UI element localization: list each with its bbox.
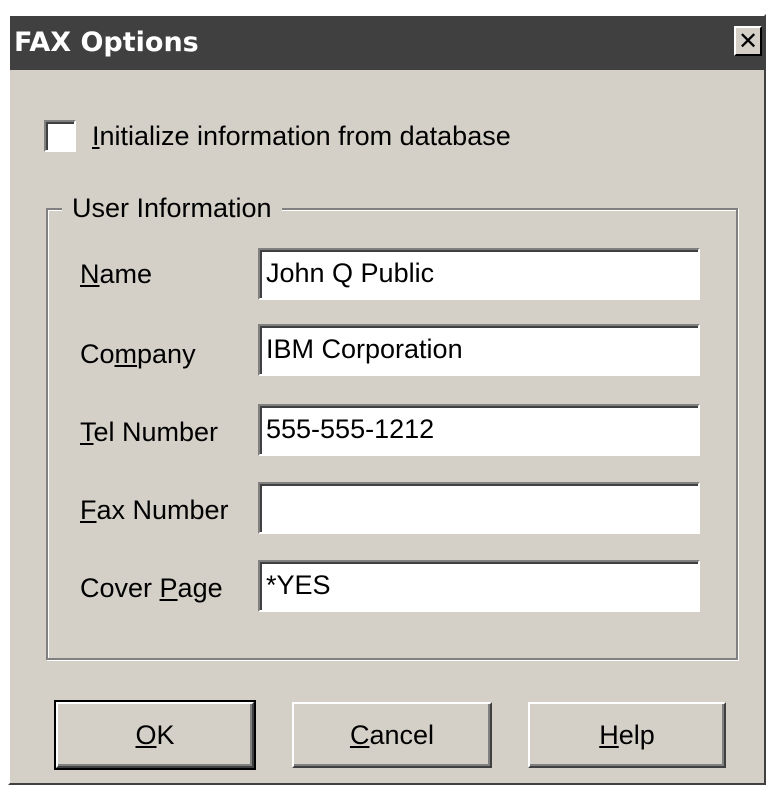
user-information-group-title: User Information [62, 192, 282, 224]
company-field[interactable]: IBM Corporation [258, 324, 700, 376]
company-label: Company [80, 339, 196, 369]
fax-number-label: Fax Number [80, 495, 229, 525]
label-text: nitialize information from database [99, 121, 511, 151]
name-label: Name [80, 259, 153, 289]
tel-number-field[interactable]: 555-555-1212 [258, 404, 700, 456]
label-mnemonic: I [92, 121, 100, 151]
window-title: FAX Options [14, 27, 199, 58]
title-bar[interactable]: FAX Options ✕ [10, 16, 764, 70]
close-icon: ✕ [737, 27, 759, 55]
cancel-button[interactable]: Cancel [292, 702, 492, 768]
close-button[interactable]: ✕ [734, 26, 762, 56]
initialize-from-database-checkbox[interactable] [44, 120, 76, 152]
cover-page-label: Cover Page [80, 573, 223, 603]
fax-number-field[interactable] [258, 482, 700, 534]
help-button[interactable]: Help [528, 702, 726, 768]
tel-number-label: Tel Number [80, 417, 219, 447]
initialize-from-database-label[interactable]: Initialize information from database [92, 120, 511, 152]
ok-button[interactable]: OK [54, 700, 256, 770]
fax-options-dialog: FAX Options ✕ Initialize information fro… [8, 14, 766, 785]
name-field[interactable]: John Q Public [258, 248, 700, 300]
cover-page-field[interactable]: *YES [258, 560, 700, 612]
